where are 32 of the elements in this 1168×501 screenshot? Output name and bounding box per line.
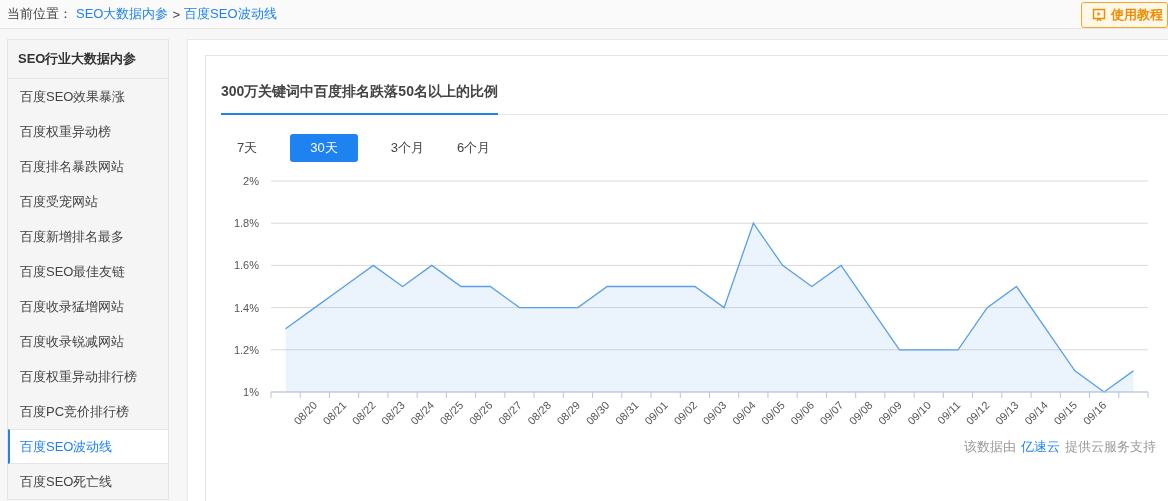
breadcrumb-link[interactable]: SEO大数据内参 xyxy=(76,5,169,23)
footer-text: 该数据由 xyxy=(964,438,1016,456)
range-tab[interactable]: 6个月 xyxy=(456,134,491,162)
y-axis-label: 2% xyxy=(243,175,259,187)
range-tab[interactable]: 3个月 xyxy=(390,134,424,162)
y-axis-label: 1.8% xyxy=(233,217,259,230)
presentation-icon xyxy=(1092,8,1106,22)
range-tab[interactable]: 7天 xyxy=(237,134,258,162)
breadcrumb-label: 当前位置： xyxy=(7,5,72,23)
y-axis-label: 1.4% xyxy=(233,301,259,314)
sidebar-item[interactable]: 百度SEO最佳友链 xyxy=(8,254,168,289)
y-axis-label: 1.6% xyxy=(233,259,259,272)
sidebar-item[interactable]: 百度收录猛增网站 xyxy=(8,289,168,324)
sidebar-item[interactable]: 百度权重异动排行榜 xyxy=(8,359,168,394)
footer-text: 提供云服务支持 xyxy=(1065,438,1156,456)
range-tab[interactable]: 30天 xyxy=(290,134,358,162)
y-axis-label: 1.2% xyxy=(233,343,259,356)
y-axis-label: 1% xyxy=(243,386,259,398)
chart-title-tab[interactable]: 300万关键词中百度排名跌落50名以上的比例 xyxy=(221,83,498,115)
breadcrumb-separator: > xyxy=(172,6,181,22)
sidebar-item[interactable]: 百度SEO效果暴涨 xyxy=(8,79,168,114)
sidebar-item[interactable]: 百度新增排名最多 xyxy=(8,219,168,254)
provider-link[interactable]: 亿速云 xyxy=(1021,438,1060,456)
breadcrumb-link[interactable]: 百度SEO波动线 xyxy=(184,5,277,23)
sidebar-item[interactable]: 百度权重异动榜 xyxy=(8,114,168,149)
sidebar-item[interactable]: 百度排名暴跌网站 xyxy=(8,149,168,184)
sidebar-title: SEO行业大数据内参 xyxy=(8,40,168,79)
sidebar-item[interactable]: 百度收录锐减网站 xyxy=(8,324,168,359)
sidebar-item[interactable]: 百度受宠网站 xyxy=(8,184,168,219)
sidebar-item[interactable]: 百度PC竞价排行榜 xyxy=(8,394,168,429)
sidebar-item[interactable]: 百度SEO死亡线 xyxy=(8,464,168,499)
sidebar-item[interactable]: 百度SEO波动线 xyxy=(8,429,168,464)
